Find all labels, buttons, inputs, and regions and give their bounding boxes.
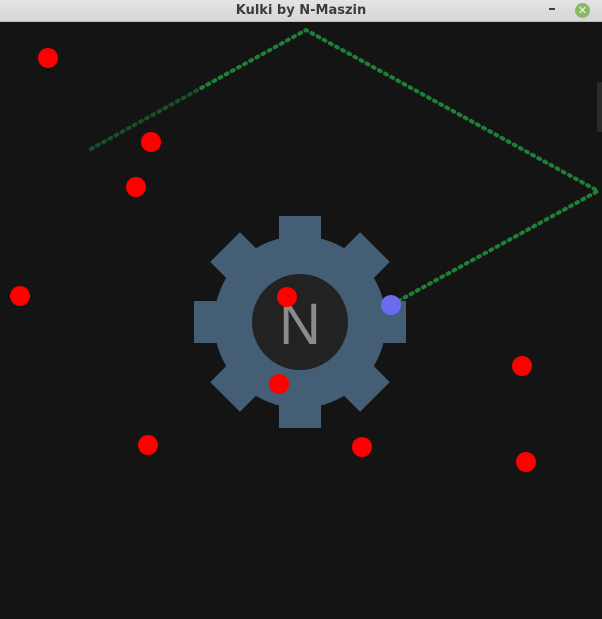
red-ball [352, 437, 372, 457]
red-ball [141, 132, 161, 152]
window-titlebar[interactable]: Kulki by N-Maszin ✕ [0, 0, 602, 22]
red-ball [38, 48, 58, 68]
close-button[interactable]: ✕ [575, 3, 590, 18]
red-ball [10, 286, 30, 306]
scrollbar-edge [597, 82, 602, 132]
close-icon: ✕ [577, 4, 588, 17]
red-ball [126, 177, 146, 197]
gear-logo: N [194, 216, 406, 428]
window-title: Kulki by N-Maszin [235, 3, 367, 18]
red-ball [138, 435, 158, 455]
red-ball [516, 452, 536, 472]
player-ball[interactable] [381, 295, 401, 315]
red-ball [512, 356, 532, 376]
minimize-icon[interactable] [545, 4, 559, 18]
red-ball [277, 287, 297, 307]
red-ball [269, 374, 289, 394]
game-scene: N [10, 27, 602, 472]
game-canvas[interactable]: N [0, 22, 602, 619]
